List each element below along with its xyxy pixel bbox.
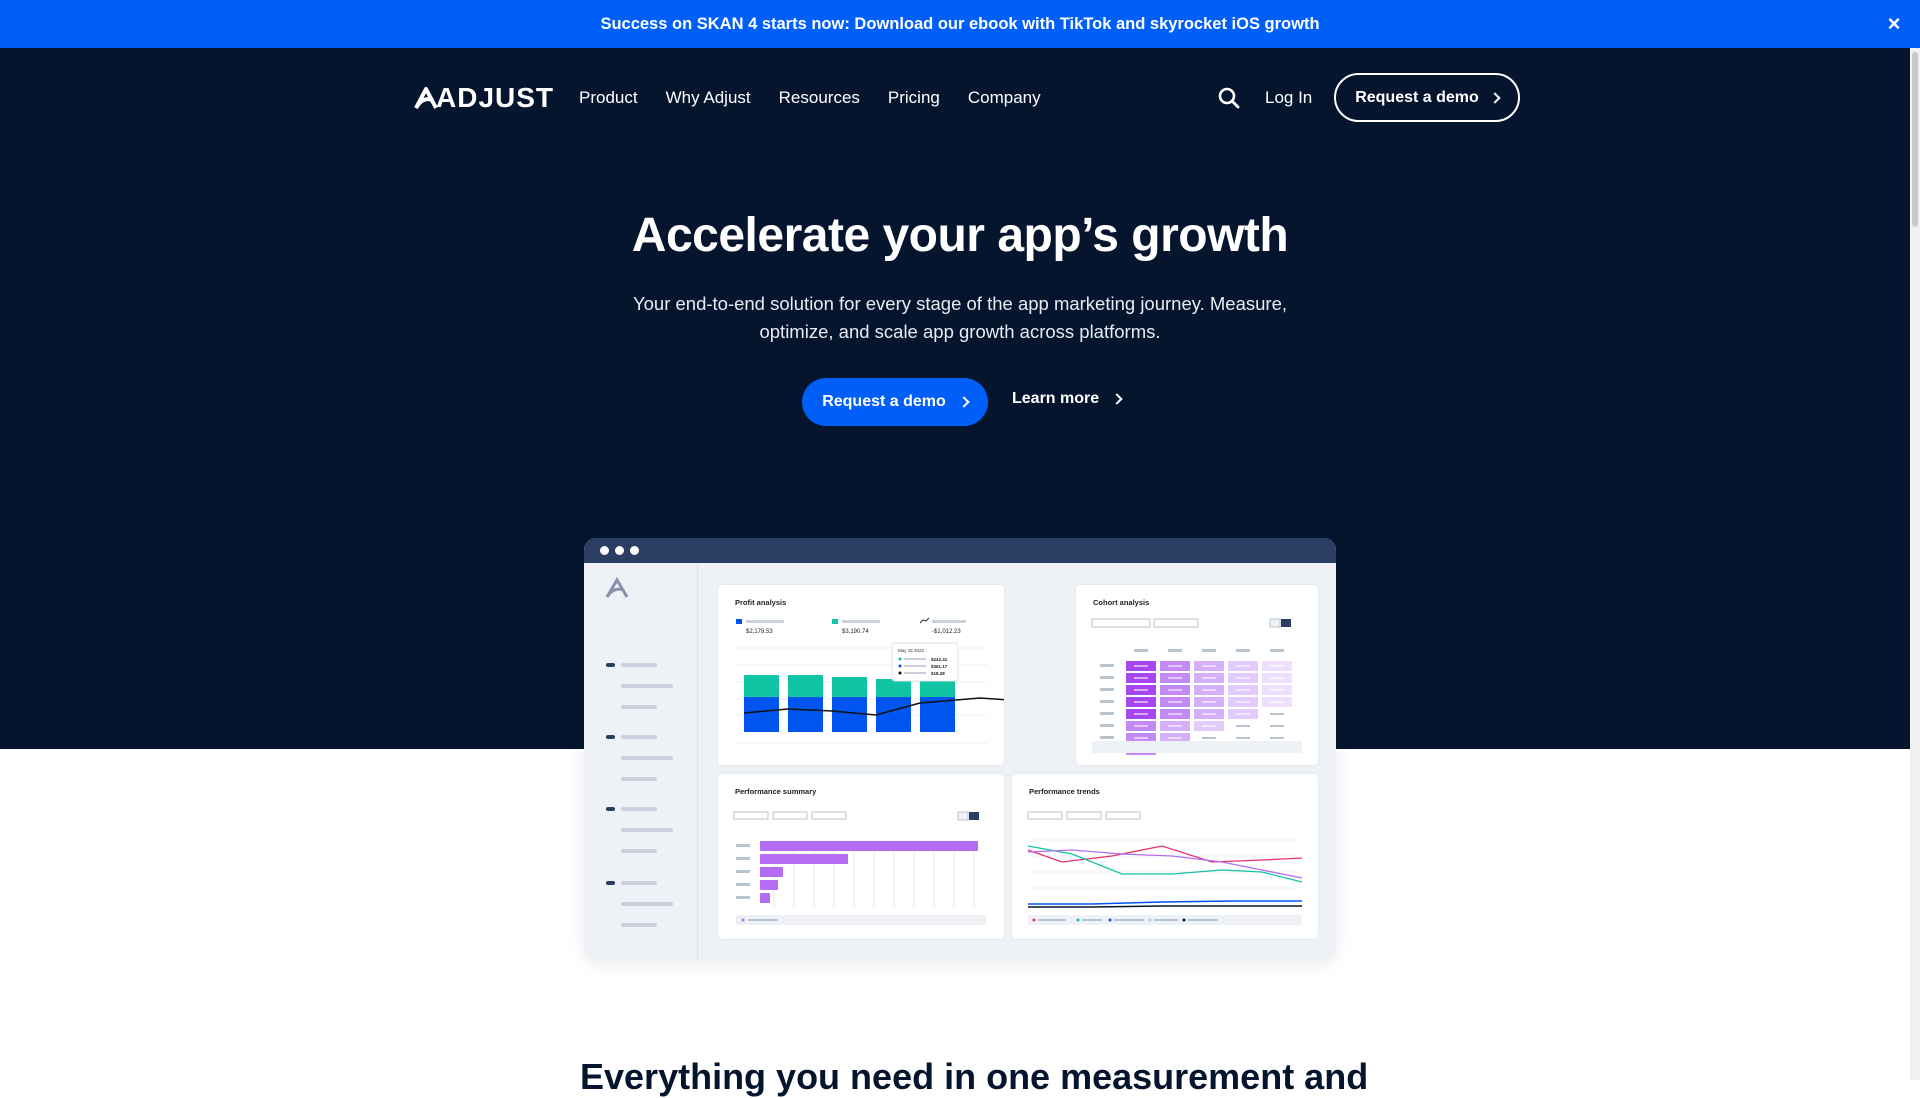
hero-demo-label: Request a demo — [822, 393, 946, 410]
tooltip-value-1: $242.41 — [931, 657, 948, 662]
header-request-demo-button[interactable]: Request a demo — [1334, 73, 1520, 122]
scrollbar[interactable] — [1910, 48, 1920, 1080]
header-demo-label: Request a demo — [1355, 88, 1479, 106]
adjust-logo[interactable]: ADJUST — [413, 82, 554, 114]
profit-bars — [744, 675, 955, 732]
nav-pricing[interactable]: Pricing — [888, 86, 940, 110]
scrollbar-thumb[interactable] — [1912, 52, 1918, 227]
tooltip-value-3: $18.28 — [931, 671, 945, 676]
logo-text: ADJUST — [436, 82, 555, 113]
profit-analysis-card: Profit analysis $2,178.53 $3,190.74 -$1,… — [718, 585, 1004, 765]
cohort-heatmap — [1091, 618, 1302, 755]
tooltip-value-2: $361.17 — [931, 664, 948, 669]
chevron-right-icon — [958, 396, 970, 408]
performance-summary-card: Performance summary — [718, 774, 1004, 939]
close-icon[interactable]: × — [1882, 12, 1906, 36]
learn-more-link[interactable]: Learn more — [1012, 390, 1123, 408]
window-titlebar — [584, 538, 1336, 563]
cohort-analysis-card: Cohort analysis — [1076, 585, 1318, 765]
profit-stat-1: $2,178.53 — [746, 629, 773, 635]
profit-stat-3: -$1,012.23 — [932, 629, 961, 635]
profit-chart: $2,178.53 $3,190.74 -$1,012.23 May 15 20… — [734, 617, 1004, 744]
nav-company[interactable]: Company — [968, 86, 1041, 110]
chevron-right-icon — [1111, 393, 1123, 405]
chevron-right-icon — [1489, 91, 1501, 104]
tooltip-date: May 15 2022 — [898, 648, 925, 653]
main-nav: Product Why Adjust Resources Pricing Com… — [579, 86, 1069, 110]
hero-request-demo-button[interactable]: Request a demo — [802, 378, 988, 426]
performance-trends-card: Performance trends — [1012, 774, 1318, 939]
login-link[interactable]: Log In — [1265, 86, 1312, 110]
nav-why-adjust[interactable]: Why Adjust — [666, 86, 751, 110]
summary-chart — [733, 811, 986, 925]
trends-chart — [1027, 811, 1303, 925]
window-dot — [600, 546, 609, 555]
banner-text[interactable]: Success on SKAN 4 starts now: Download o… — [600, 15, 1319, 34]
section-heading: Everything you need in one measurement a… — [580, 1056, 1369, 1097]
profit-stat-2: $3,190.74 — [842, 629, 869, 635]
search-icon[interactable] — [1217, 86, 1241, 110]
adjust-mark-icon — [605, 577, 629, 598]
nav-resources[interactable]: Resources — [779, 86, 860, 110]
window-dot — [615, 546, 624, 555]
hero-title: Accelerate your app’s growth — [631, 209, 1289, 262]
window-dot — [630, 546, 639, 555]
dashboard-sidebar — [584, 563, 698, 961]
dashboard-preview: Profit analysis $2,178.53 $3,190.74 -$1,… — [584, 538, 1336, 961]
hero-subtitle: Your end-to-end solution for every stage… — [632, 293, 1288, 342]
promo-banner[interactable]: Success on SKAN 4 starts now: Download o… — [0, 0, 1920, 48]
nav-product[interactable]: Product — [579, 86, 638, 110]
learn-more-label: Learn more — [1012, 390, 1100, 407]
